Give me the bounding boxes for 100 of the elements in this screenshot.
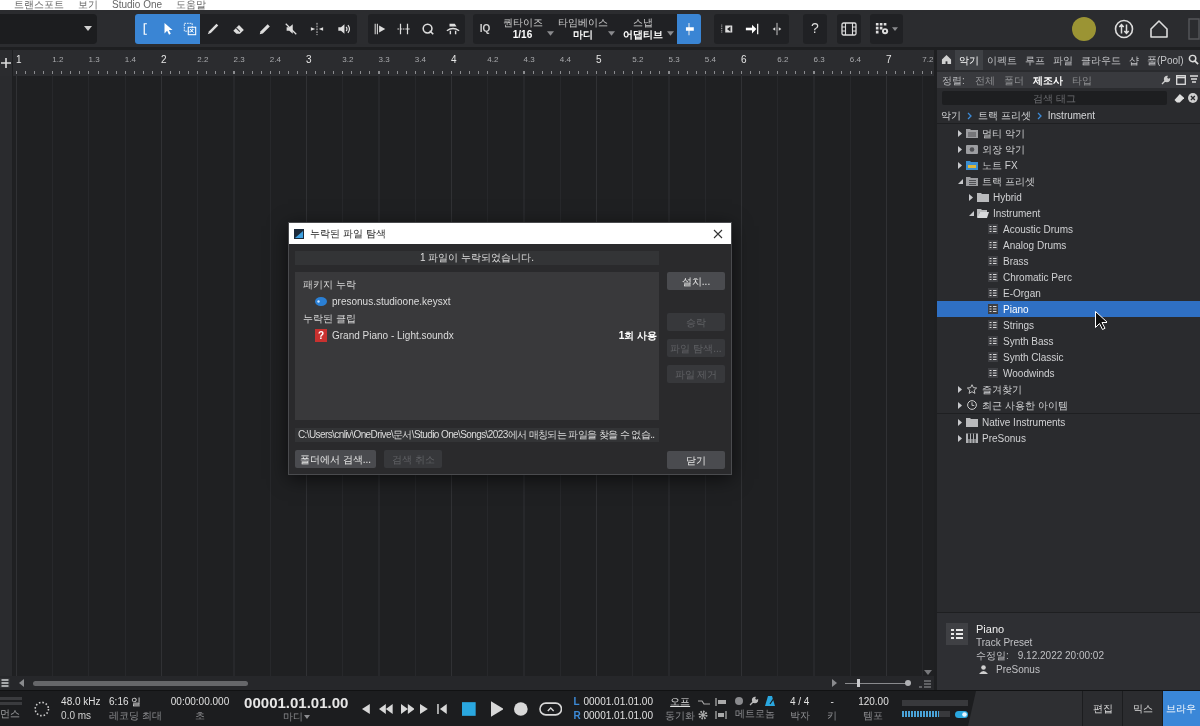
menu-item[interactable]: 보기 [78,0,98,10]
menu-item[interactable]: Studio One [112,0,163,10]
menu-item[interactable]: 트랜스포트 [14,0,64,10]
tree-item[interactable]: Instrument [937,205,1200,221]
zoom-slider[interactable] [845,679,911,687]
caret-right-icon[interactable] [958,418,962,426]
metronome-icon[interactable] [765,696,776,706]
home-icon[interactable] [1149,18,1169,39]
tree-item[interactable]: Woodwinds [937,365,1200,381]
grid-setting-dropdown[interactable]: 스냅 어댑티브 [617,13,677,44]
bracket-range-icon[interactable] [715,710,728,719]
caret-right-icon[interactable] [958,385,962,393]
breadcrumb-link[interactable]: Instrument [1047,108,1096,123]
up-down-arrows-icon[interactable] [1114,18,1134,39]
browser-tab[interactable]: 샵 [1125,50,1143,70]
next-icon[interactable] [420,703,429,714]
avatar-icon[interactable] [1072,16,1096,41]
snap-toggle-button[interactable] [677,13,701,44]
iq-button[interactable]: IQ [473,13,497,44]
previous-icon[interactable] [362,703,371,714]
tree-item[interactable]: 트랙 프리셋 [937,173,1200,189]
tree-item[interactable]: 외장 악기 [937,141,1200,157]
wave-icon[interactable] [697,698,710,705]
page-tab[interactable]: 믹스 [1122,691,1162,726]
caret-right-icon[interactable] [958,401,962,409]
caret-down-icon[interactable] [969,210,974,216]
browser-tab[interactable]: 풀(Pool) [1143,50,1188,70]
stop-icon[interactable] [462,701,476,716]
tree-item[interactable]: E-Organ [937,285,1200,301]
tree-item[interactable]: Synth Classic [937,349,1200,365]
tool-button[interactable] [179,13,200,44]
grid-setting-dropdown[interactable]: 퀀타이즈 1/16 [497,13,557,44]
sort-option[interactable]: 제조사 [1032,72,1063,88]
tree-item[interactable]: Analog Drums [937,237,1200,253]
tree-item[interactable]: Brass [937,253,1200,269]
fast-forward-icon[interactable] [400,703,415,714]
wrench-icon[interactable] [749,696,760,706]
grid-setting-dropdown[interactable]: 타임베이스 마디 [557,13,617,44]
tree-item[interactable]: Synth Bass [937,333,1200,349]
dot-icon[interactable] [735,697,744,705]
zoom-slider-thumb[interactable] [856,679,860,687]
gear-icon[interactable] [697,709,708,720]
browser-tab[interactable]: 이펙트 [983,50,1021,70]
page-tab[interactable]: 브라우 [1162,691,1200,726]
browser-tab[interactable]: 루프 [1021,50,1049,70]
caret-right-icon[interactable] [958,129,962,137]
scrollbar-thumb[interactable] [33,680,248,686]
sort-option[interactable]: 전체 [974,72,995,88]
browser-tab[interactable]: 클라우드 [1077,50,1125,70]
caret-down-icon[interactable] [958,178,963,184]
layout-button[interactable] [870,13,903,44]
scroll-right-icon[interactable] [832,679,837,687]
caret-right-icon[interactable] [969,193,973,201]
clear-icon[interactable] [1188,93,1198,103]
eraser-icon[interactable] [1173,93,1185,103]
tree-item[interactable]: 노트 FX [937,157,1200,173]
browser-tab[interactable]: 파일 [1049,50,1077,70]
tree-item[interactable]: PreSonus [937,430,1200,446]
dotted-circle-icon[interactable] [34,700,51,717]
toggle-icon[interactable] [955,710,968,718]
wrench-icon[interactable] [1161,75,1171,85]
breadcrumb-link[interactable]: 트랙 프리셋 [978,108,1031,123]
dialog-button[interactable]: 폴더에서 검색... [295,450,377,468]
browser-tab[interactable]: 악기 [955,50,983,70]
help-button[interactable]: ? [803,13,827,44]
tree-item[interactable]: Native Instruments [937,414,1200,430]
play-icon[interactable] [490,700,504,717]
tree-item[interactable]: 최근 사용한 아이템 [937,397,1200,413]
resize-icon[interactable] [919,678,931,688]
tree-item[interactable]: Strings [937,317,1200,333]
track-dropdown[interactable] [0,13,97,44]
dialog-button[interactable]: 설치... [667,272,725,290]
search-icon[interactable] [1187,54,1199,65]
marker-pin-icon[interactable] [715,697,728,706]
caret-right-icon[interactable] [958,161,962,169]
tree-item[interactable]: 멀티 악기 [937,125,1200,141]
filter-icon[interactable] [1190,75,1198,85]
window-icon[interactable] [1176,75,1186,85]
breadcrumb-link[interactable]: 악기 [941,108,961,123]
menu-item[interactable]: 도움말 [176,0,207,10]
tree-item[interactable]: 즐겨찾기 [937,381,1200,397]
home-icon[interactable] [941,54,952,65]
tree-item[interactable]: Chromatic Perc [937,269,1200,285]
search-field[interactable]: 검색 태그 [942,91,1167,105]
tree-item[interactable]: Hybrid [937,189,1200,205]
tool-button[interactable] [135,13,157,44]
video-button[interactable] [837,13,861,44]
sort-option[interactable]: 타입 [1071,72,1092,88]
sort-option[interactable]: 폴더 [1003,72,1024,88]
tree-item[interactable]: Acoustic Drums [937,221,1200,237]
return-to-start-icon[interactable] [437,703,447,714]
time-format-dropdown[interactable]: 마디 [282,711,310,723]
list-icon[interactable] [0,678,10,688]
rewind-icon[interactable] [379,703,393,714]
caret-right-icon[interactable] [958,145,962,153]
loop-icon[interactable] [539,701,563,716]
caret-right-icon[interactable] [958,434,962,442]
sync-button[interactable]: 오프 [670,694,691,709]
close-dialog-button[interactable]: 닫기 [667,451,725,469]
tree-item[interactable]: Piano [937,301,1200,317]
